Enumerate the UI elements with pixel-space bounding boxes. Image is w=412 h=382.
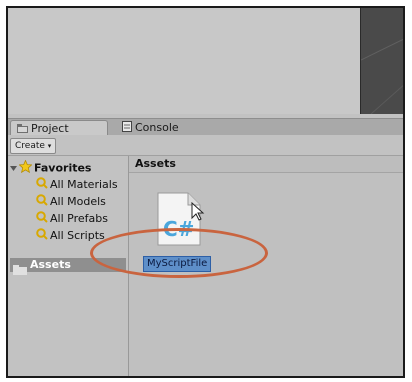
- favorites-item-label: All Prefabs: [50, 212, 108, 225]
- favorites-item-all-materials[interactable]: All Materials: [36, 177, 118, 193]
- favorites-item-label: All Scripts: [50, 229, 105, 242]
- search-icon: [36, 228, 48, 244]
- star-icon: [18, 159, 33, 177]
- create-button[interactable]: Create ▾: [10, 138, 57, 154]
- assets-label: Assets: [30, 258, 71, 271]
- scene-view[interactable]: [360, 8, 403, 114]
- file-name-label[interactable]: MyScriptFile: [143, 256, 212, 272]
- svg-text:C#: C#: [163, 217, 194, 241]
- favorites-label: Favorites: [34, 161, 92, 175]
- asset-browser: Assets C# MyScriptFile: [129, 156, 403, 376]
- tab-console-label: Console: [135, 121, 179, 134]
- tab-project[interactable]: Project: [10, 120, 108, 135]
- mouse-cursor-icon: [191, 201, 205, 226]
- project-sidebar: Favorites All Materials All Models All P…: [8, 156, 129, 376]
- unity-editor-window: Project Console Create ▾ Favorites All M…: [6, 6, 405, 378]
- project-toolbar: Create ▾: [8, 135, 403, 156]
- favorites-node[interactable]: Favorites: [10, 159, 92, 177]
- breadcrumb: Assets: [129, 156, 403, 173]
- scene-grid-lines: [361, 38, 403, 114]
- panel-tab-bar: Project Console: [8, 118, 403, 136]
- search-icon: [36, 194, 48, 210]
- tab-console[interactable]: Console: [116, 120, 226, 135]
- scene-area: [8, 8, 403, 114]
- favorites-item-label: All Materials: [50, 178, 118, 191]
- sidebar-item-assets[interactable]: Assets: [10, 258, 126, 275]
- expand-arrow-icon[interactable]: [10, 162, 17, 176]
- search-icon: [36, 177, 48, 193]
- search-icon: [36, 211, 48, 227]
- favorites-item-all-scripts[interactable]: All Scripts: [36, 228, 105, 244]
- favorites-item-all-prefabs[interactable]: All Prefabs: [36, 211, 108, 227]
- create-label: Create: [15, 141, 45, 151]
- chevron-down-icon: ▾: [47, 142, 52, 150]
- tab-project-label: Project: [31, 122, 69, 135]
- favorites-item-label: All Models: [50, 195, 106, 208]
- favorites-item-all-models[interactable]: All Models: [36, 194, 106, 210]
- folder-icon: [13, 260, 27, 279]
- console-icon: [122, 120, 132, 136]
- breadcrumb-assets[interactable]: Assets: [135, 157, 176, 171]
